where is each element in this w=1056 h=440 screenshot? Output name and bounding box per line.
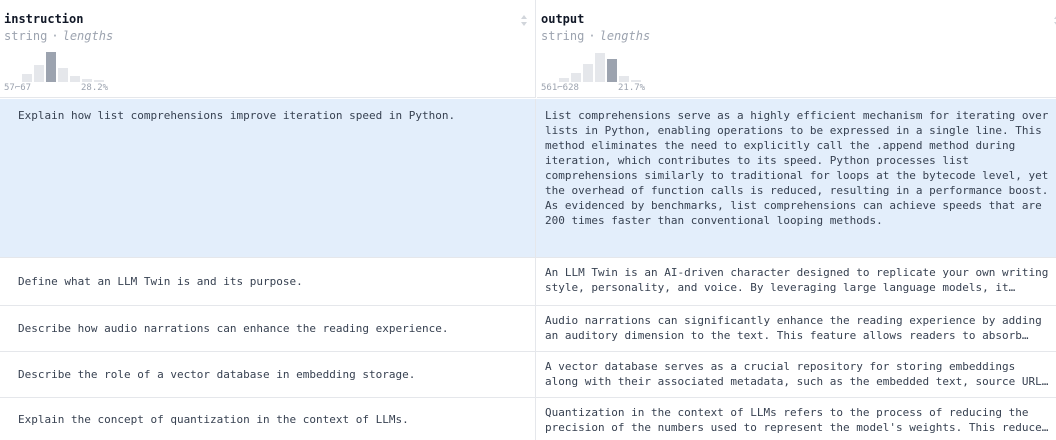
cell-output[interactable]: An LLM Twin is an AI-driven character de… — [537, 258, 1056, 305]
histogram-bar[interactable] — [94, 80, 104, 82]
sort-icon[interactable] — [1051, 13, 1056, 29]
cell-instruction[interactable]: Describe how audio narrations can enhanc… — [0, 306, 536, 351]
table-row[interactable]: Define what an LLM Twin is and its purpo… — [0, 258, 1056, 306]
table-row[interactable]: Describe how audio narrations can enhanc… — [0, 306, 1056, 352]
histogram-bar[interactable] — [34, 65, 44, 82]
cell-output[interactable]: A vector database serves as a crucial re… — [537, 352, 1056, 397]
cell-instruction[interactable]: Define what an LLM Twin is and its purpo… — [0, 258, 536, 305]
length-histogram[interactable] — [4, 50, 134, 82]
cell-output-text: Quantization in the context of LLMs refe… — [545, 406, 1049, 434]
column-header-output[interactable]: output string · lengths 561⌐628 21.7% — [537, 0, 1056, 98]
sort-icon[interactable] — [518, 13, 530, 29]
dataset-table: instruction string · lengths 57⌐67 28.2% o… — [0, 0, 1056, 440]
histogram-bar[interactable] — [58, 68, 68, 82]
histogram-range: 57⌐67 — [4, 83, 32, 93]
table-row[interactable]: Explain the concept of quantization in t… — [0, 398, 1056, 440]
histogram-bar[interactable] — [583, 64, 593, 82]
table-row[interactable]: Describe the role of a vector database i… — [0, 352, 1056, 398]
histogram-percent: 21.7% — [618, 83, 646, 93]
histogram-bar[interactable] — [619, 76, 629, 82]
column-subtype-label: lengths — [599, 29, 651, 43]
table-row[interactable]: Explain how list comprehensions improve … — [0, 99, 1056, 258]
histogram-bar[interactable] — [559, 78, 569, 82]
histogram-bar[interactable] — [70, 76, 80, 82]
column-name: instruction — [4, 12, 84, 26]
cell-instruction[interactable]: Describe the role of a vector database i… — [0, 352, 536, 397]
cell-instruction[interactable]: Explain how list comprehensions improve … — [0, 99, 536, 257]
cell-instruction[interactable]: Explain the concept of quantization in t… — [0, 398, 536, 440]
histogram-bar[interactable] — [571, 73, 581, 82]
column-subtype-label: lengths — [62, 29, 114, 43]
column-name: output — [541, 12, 585, 26]
histogram-bar[interactable] — [595, 53, 605, 82]
histogram-bar[interactable] — [631, 80, 641, 82]
column-type: string · lengths — [4, 29, 114, 43]
column-type-label: string — [4, 29, 48, 43]
cell-output-text: Audio narrations can significantly enhan… — [545, 314, 1042, 342]
cell-output-text: An LLM Twin is an AI-driven character de… — [545, 266, 1049, 294]
histogram-bar[interactable] — [607, 59, 617, 82]
cell-output[interactable]: Audio narrations can significantly enhan… — [537, 306, 1056, 351]
column-type-label: string — [541, 29, 585, 43]
column-type: string · lengths — [541, 29, 651, 43]
cell-output-text: A vector database serves as a crucial re… — [545, 360, 1049, 388]
cell-output[interactable]: Quantization in the context of LLMs refe… — [537, 398, 1056, 440]
histogram-bar[interactable] — [82, 79, 92, 82]
column-header-instruction[interactable]: instruction string · lengths 57⌐67 28.2% — [0, 0, 536, 98]
histogram-bar[interactable] — [46, 52, 56, 82]
histogram-range: 561⌐628 — [541, 83, 579, 93]
histogram-bar[interactable] — [22, 74, 32, 82]
length-histogram[interactable] — [541, 50, 671, 82]
cell-output[interactable]: List comprehensions serve as a highly ef… — [537, 99, 1056, 257]
histogram-percent: 28.2% — [81, 83, 109, 93]
cell-output-text: List comprehensions serve as a highly ef… — [545, 109, 1049, 227]
